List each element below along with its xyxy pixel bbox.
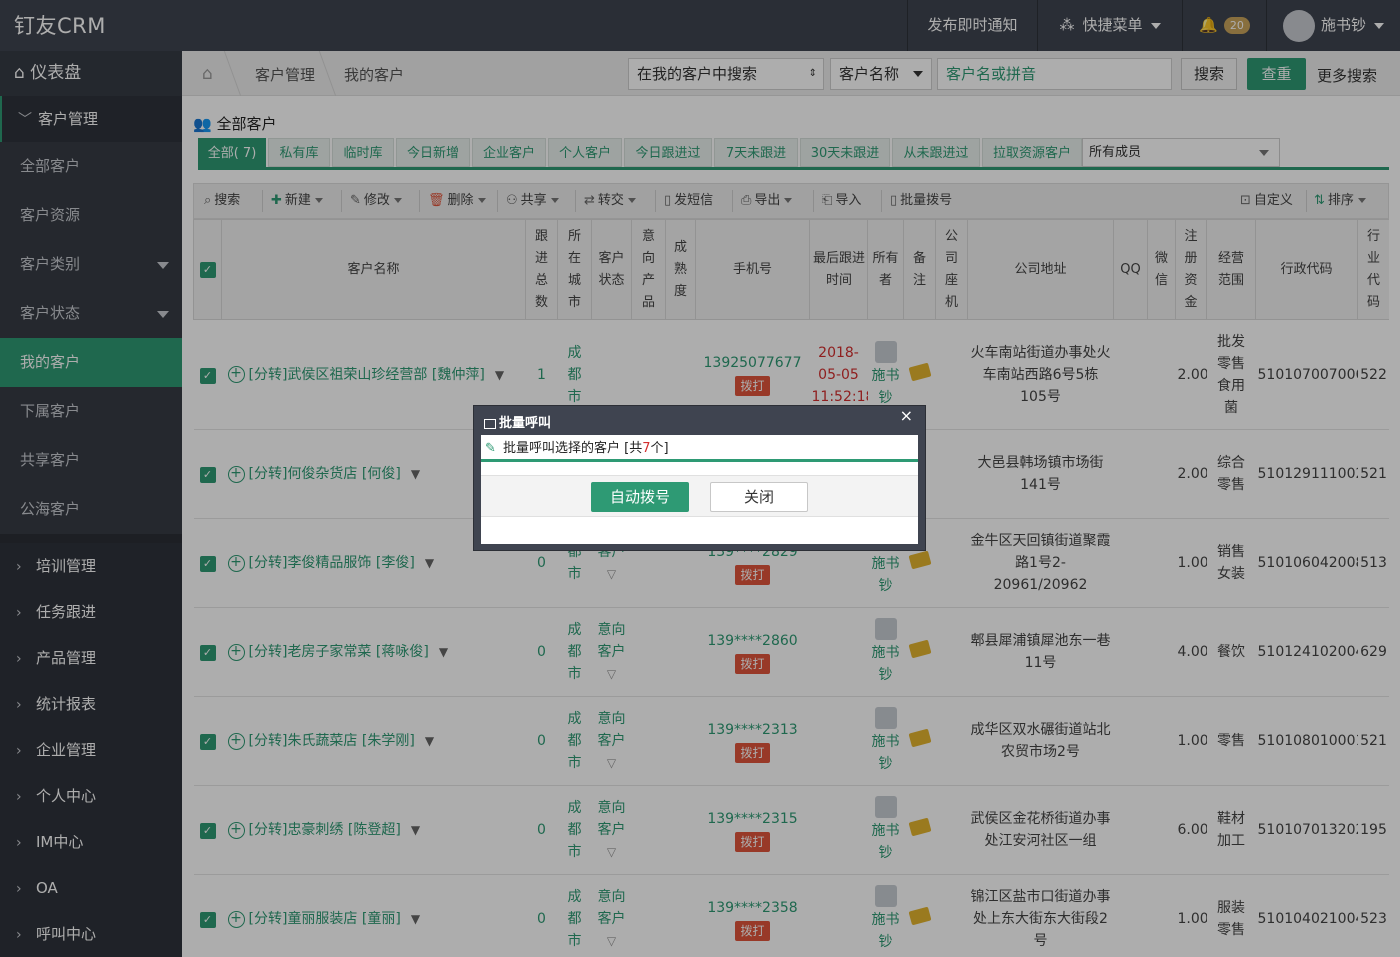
- dialog-title-text: 批量呼叫: [499, 416, 552, 431]
- auto-dial-button[interactable]: 自动拨号: [591, 482, 689, 512]
- dialog-subtitle-suffix: 个]: [650, 441, 669, 456]
- window-icon: [484, 418, 496, 429]
- dialog-subtitle-prefix: 批量呼叫选择的客户 [共: [503, 441, 643, 456]
- dialog-actions: 自动拨号 关闭: [481, 475, 918, 517]
- close-button[interactable]: 关闭: [710, 482, 808, 512]
- dialog-subtitle: ✎ 批量呼叫选择的客户 [共7个]: [481, 435, 918, 462]
- selected-count: 7: [642, 441, 651, 456]
- batch-call-dialog: 批量呼叫 × ✎ 批量呼叫选择的客户 [共7个] 自动拨号 关闭: [473, 405, 926, 551]
- dialog-body: ✎ 批量呼叫选择的客户 [共7个] 自动拨号 关闭: [481, 435, 918, 544]
- dialog-title: 批量呼叫: [484, 412, 551, 431]
- close-icon[interactable]: ×: [900, 406, 913, 425]
- edit-icon: ✎: [485, 441, 496, 456]
